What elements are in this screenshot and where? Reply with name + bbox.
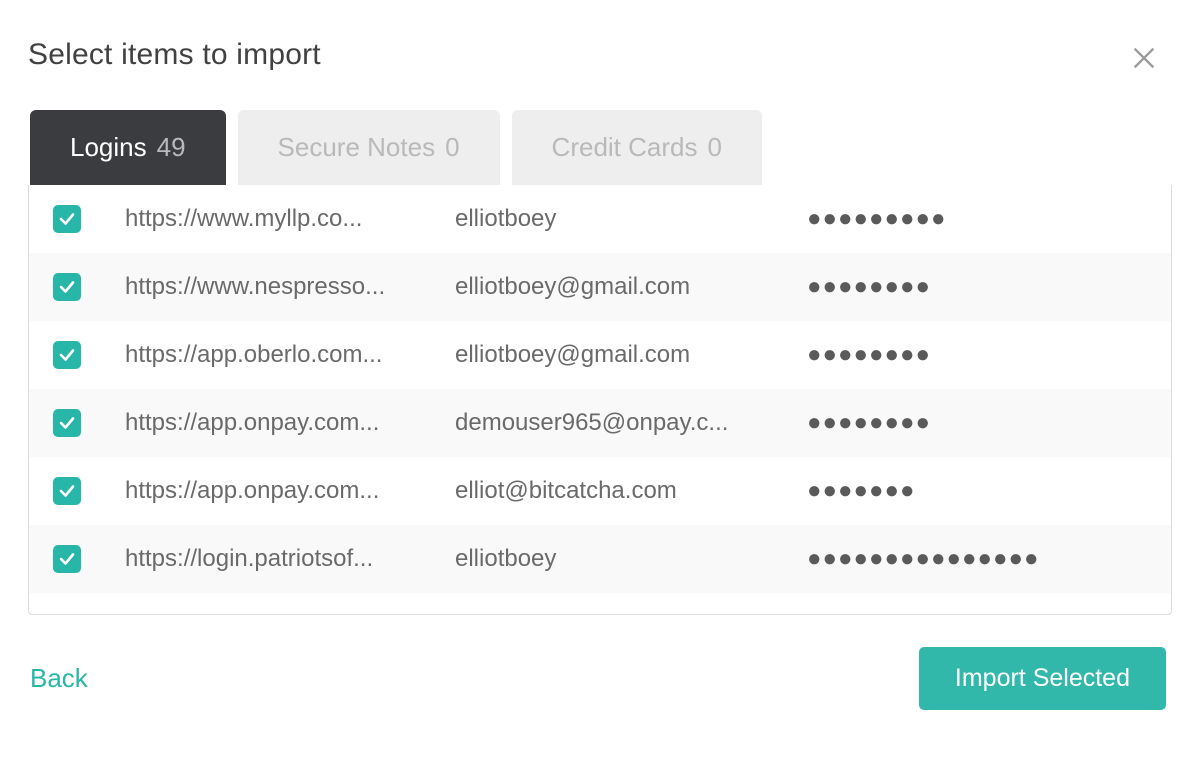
cell-checkbox bbox=[53, 477, 125, 505]
row-checkbox[interactable] bbox=[53, 477, 81, 505]
dialog-header: Select items to import bbox=[28, 38, 1172, 72]
table-row: https://app.onpay.com... demouser965@onp… bbox=[29, 389, 1171, 457]
row-checkbox[interactable] bbox=[53, 205, 81, 233]
cell-checkbox bbox=[53, 409, 125, 437]
cell-url: https://www.myllp.co... bbox=[125, 205, 455, 233]
cell-url: https://app.onpay.com... bbox=[125, 477, 455, 505]
tab-label: Secure Notes bbox=[278, 132, 436, 163]
back-button[interactable]: Back bbox=[30, 663, 88, 694]
cell-username: elliotboey@gmail.com bbox=[455, 341, 807, 369]
check-icon bbox=[58, 210, 76, 228]
cell-username: demouser965@onpay.c... bbox=[455, 409, 807, 437]
cell-username: elliotboey bbox=[455, 545, 807, 573]
row-checkbox[interactable] bbox=[53, 409, 81, 437]
table-row: https://www.nespresso... elliotboey@gmai… bbox=[29, 253, 1171, 321]
tab-secure-notes[interactable]: Secure Notes 0 bbox=[238, 110, 500, 185]
tab-credit-cards[interactable]: Credit Cards 0 bbox=[512, 110, 762, 185]
cell-username: elliot@bitcatcha.com bbox=[455, 477, 807, 505]
cell-url: https://app.onpay.com... bbox=[125, 409, 455, 437]
tab-count: 0 bbox=[707, 132, 721, 163]
cell-username: elliotboey bbox=[455, 205, 807, 233]
table-row: https://www.myllp.co... elliotboey ●●●●●… bbox=[29, 185, 1171, 253]
cell-checkbox bbox=[53, 273, 125, 301]
cell-password: ●●●●●●● bbox=[807, 477, 1153, 505]
cell-url: https://login.patriotsof... bbox=[125, 545, 455, 573]
dialog-title: Select items to import bbox=[28, 38, 321, 72]
tab-label: Credit Cards bbox=[552, 132, 698, 163]
cell-password: ●●●●●●●●● bbox=[807, 205, 1153, 233]
table-row: https://app.onpay.com... elliot@bitcatch… bbox=[29, 457, 1171, 525]
tab-count: 49 bbox=[157, 132, 186, 163]
row-checkbox[interactable] bbox=[53, 545, 81, 573]
cell-checkbox bbox=[53, 341, 125, 369]
dialog-footer: Back Import Selected bbox=[28, 647, 1172, 710]
tab-label: Logins bbox=[70, 132, 147, 163]
cell-username: elliotboey@gmail.com bbox=[455, 273, 807, 301]
tab-count: 0 bbox=[445, 132, 459, 163]
check-icon bbox=[58, 346, 76, 364]
check-icon bbox=[58, 482, 76, 500]
cell-password: ●●●●●●●● bbox=[807, 273, 1153, 301]
row-checkbox[interactable] bbox=[53, 341, 81, 369]
row-checkbox[interactable] bbox=[53, 273, 81, 301]
check-icon bbox=[58, 414, 76, 432]
check-icon bbox=[58, 278, 76, 296]
cell-checkbox bbox=[53, 545, 125, 573]
cell-password: ●●●●●●●● bbox=[807, 409, 1153, 437]
table-row: https://app.oberlo.com... elliotboey@gma… bbox=[29, 321, 1171, 389]
cell-password: ●●●●●●●●●●●●●●● bbox=[807, 545, 1153, 573]
close-button[interactable] bbox=[1130, 44, 1158, 72]
import-dialog: Select items to import Logins 49 Secure … bbox=[0, 0, 1200, 781]
cell-url: https://www.nespresso... bbox=[125, 273, 455, 301]
cell-password: ●●●●●●●● bbox=[807, 341, 1153, 369]
tabs: Logins 49 Secure Notes 0 Credit Cards 0 bbox=[28, 110, 1172, 185]
cell-checkbox bbox=[53, 205, 125, 233]
check-icon bbox=[58, 550, 76, 568]
cell-url: https://app.oberlo.com... bbox=[125, 341, 455, 369]
logins-table[interactable]: https://www.myllp.co... elliotboey ●●●●●… bbox=[28, 185, 1172, 615]
table-row: https://login.patriotsof... elliotboey ●… bbox=[29, 525, 1171, 593]
import-selected-button[interactable]: Import Selected bbox=[919, 647, 1166, 710]
tab-logins[interactable]: Logins 49 bbox=[30, 110, 226, 185]
close-icon bbox=[1130, 44, 1158, 72]
